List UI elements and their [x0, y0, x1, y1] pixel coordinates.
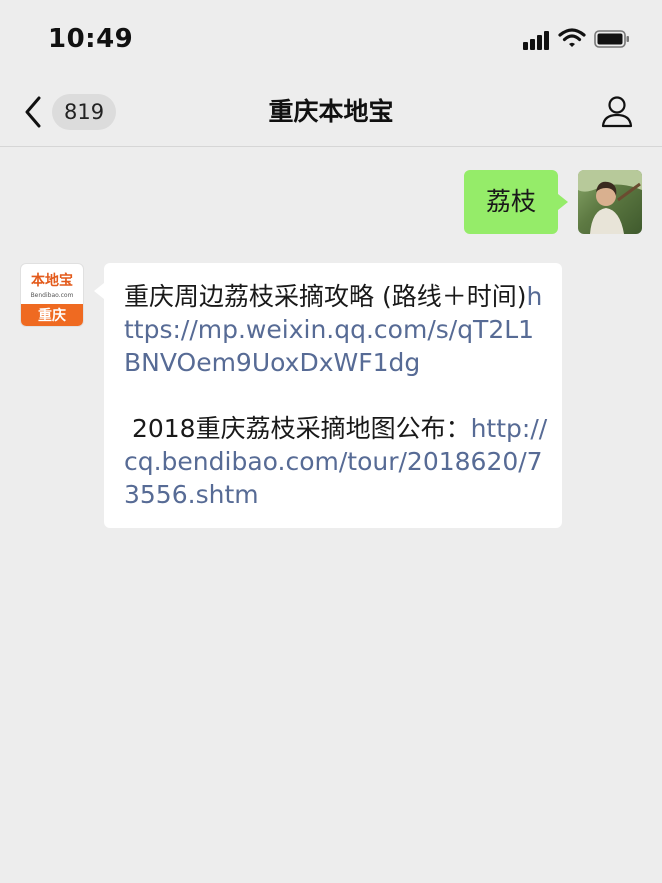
message-text-part1: 重庆周边荔枝采摘攻略 (路线＋时间) [124, 282, 527, 311]
bendibao-avatar[interactable]: 本地宝 Bendibao.com 重庆 [20, 263, 84, 327]
outgoing-message-text: 荔枝 [485, 187, 536, 216]
incoming-message-bubble[interactable]: 重庆周边荔枝采摘攻略 (路线＋时间)https://mp.weixin.qq.c… [94, 263, 562, 528]
nav-divider [0, 146, 662, 147]
chat-title: 重庆本地宝 [268, 97, 394, 126]
battery-icon [594, 30, 629, 48]
outgoing-message-bubble[interactable]: 荔枝 [464, 170, 568, 234]
incoming-message-text: 重庆周边荔枝采摘攻略 (路线＋时间)https://mp.weixin.qq.c… [124, 280, 548, 511]
message-text-part2: 2018重庆荔枝采摘地图公布： [124, 414, 471, 443]
status-time: 10:49 [48, 24, 134, 54]
signal-icon [523, 30, 551, 50]
avatar-logo-text: 本地宝 [31, 273, 73, 289]
status-bar: 10:49 [0, 0, 662, 80]
user-avatar[interactable] [578, 170, 642, 234]
person-icon[interactable] [600, 94, 634, 128]
nav-bar: 819 重庆本地宝 [0, 80, 662, 146]
wifi-icon [558, 28, 586, 47]
user-photo [578, 170, 642, 234]
avatar-logo-url: Bendibao.com [30, 292, 74, 299]
avatar-city-label: 重庆 [21, 304, 83, 326]
